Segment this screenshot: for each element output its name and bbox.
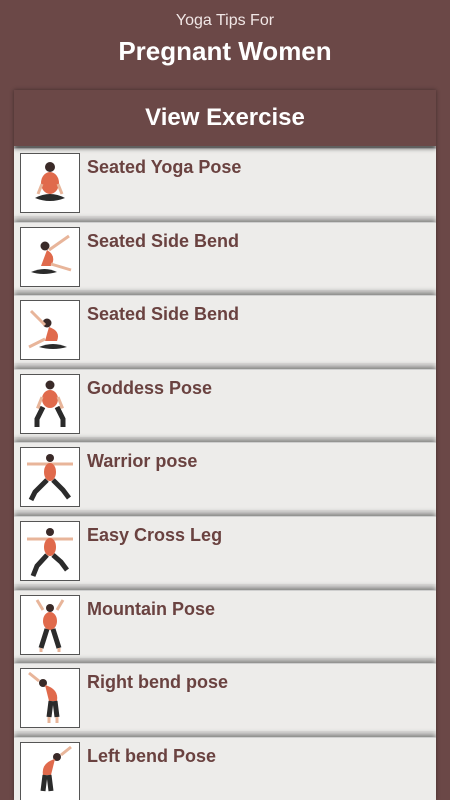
right-bend-icon — [20, 668, 80, 729]
app-title: Pregnant Women — [118, 36, 332, 66]
app-header: Yoga Tips For Pregnant Women — [0, 0, 450, 90]
exercise-panel: View Exercise Seated Yoga Pose Seated Si… — [14, 90, 436, 800]
panel-title: View Exercise — [14, 90, 436, 146]
easy-cross-leg-icon — [20, 520, 80, 581]
exercise-row[interactable]: Easy Cross Leg — [14, 515, 436, 584]
app-subtitle: Yoga Tips For — [175, 12, 275, 29]
exercise-row[interactable]: Seated Side Bend — [14, 295, 436, 364]
exercise-label: Mountain Pose — [87, 598, 216, 619]
seated-yoga-icon — [20, 153, 80, 213]
exercise-label: Right bend pose — [87, 672, 228, 693]
exercise-row[interactable]: Seated Side Bend — [14, 221, 436, 290]
mountain-pose-icon — [20, 594, 80, 655]
exercise-row[interactable]: Left bend Pose — [14, 736, 436, 800]
exercise-row[interactable]: Mountain Pose — [14, 589, 436, 658]
left-bend-icon — [20, 741, 80, 800]
exercise-label: Seated Side Bend — [87, 304, 240, 325]
warrior-pose-icon — [20, 447, 80, 508]
exercise-row[interactable]: Goddess Pose — [14, 368, 436, 437]
seated-side-bend-icon — [20, 226, 80, 287]
exercise-row[interactable]: Warrior pose — [14, 442, 436, 511]
exercise-row[interactable]: Right bend pose — [14, 663, 436, 732]
goddess-pose-icon — [20, 373, 80, 434]
exercise-label: Left bend Pose — [87, 745, 217, 766]
exercise-list: Seated Yoga Pose Seated Side Bend Seated… — [14, 148, 436, 800]
seated-side-bend-icon — [20, 300, 80, 361]
exercise-label: Warrior pose — [87, 451, 198, 472]
exercise-row[interactable]: Seated Yoga Pose — [14, 148, 436, 216]
exercise-label: Easy Cross Leg — [87, 524, 223, 545]
exercise-label: Seated Side Bend — [87, 230, 240, 251]
exercise-label: Seated Yoga Pose — [87, 157, 242, 177]
exercise-label: Goddess Pose — [87, 377, 213, 398]
